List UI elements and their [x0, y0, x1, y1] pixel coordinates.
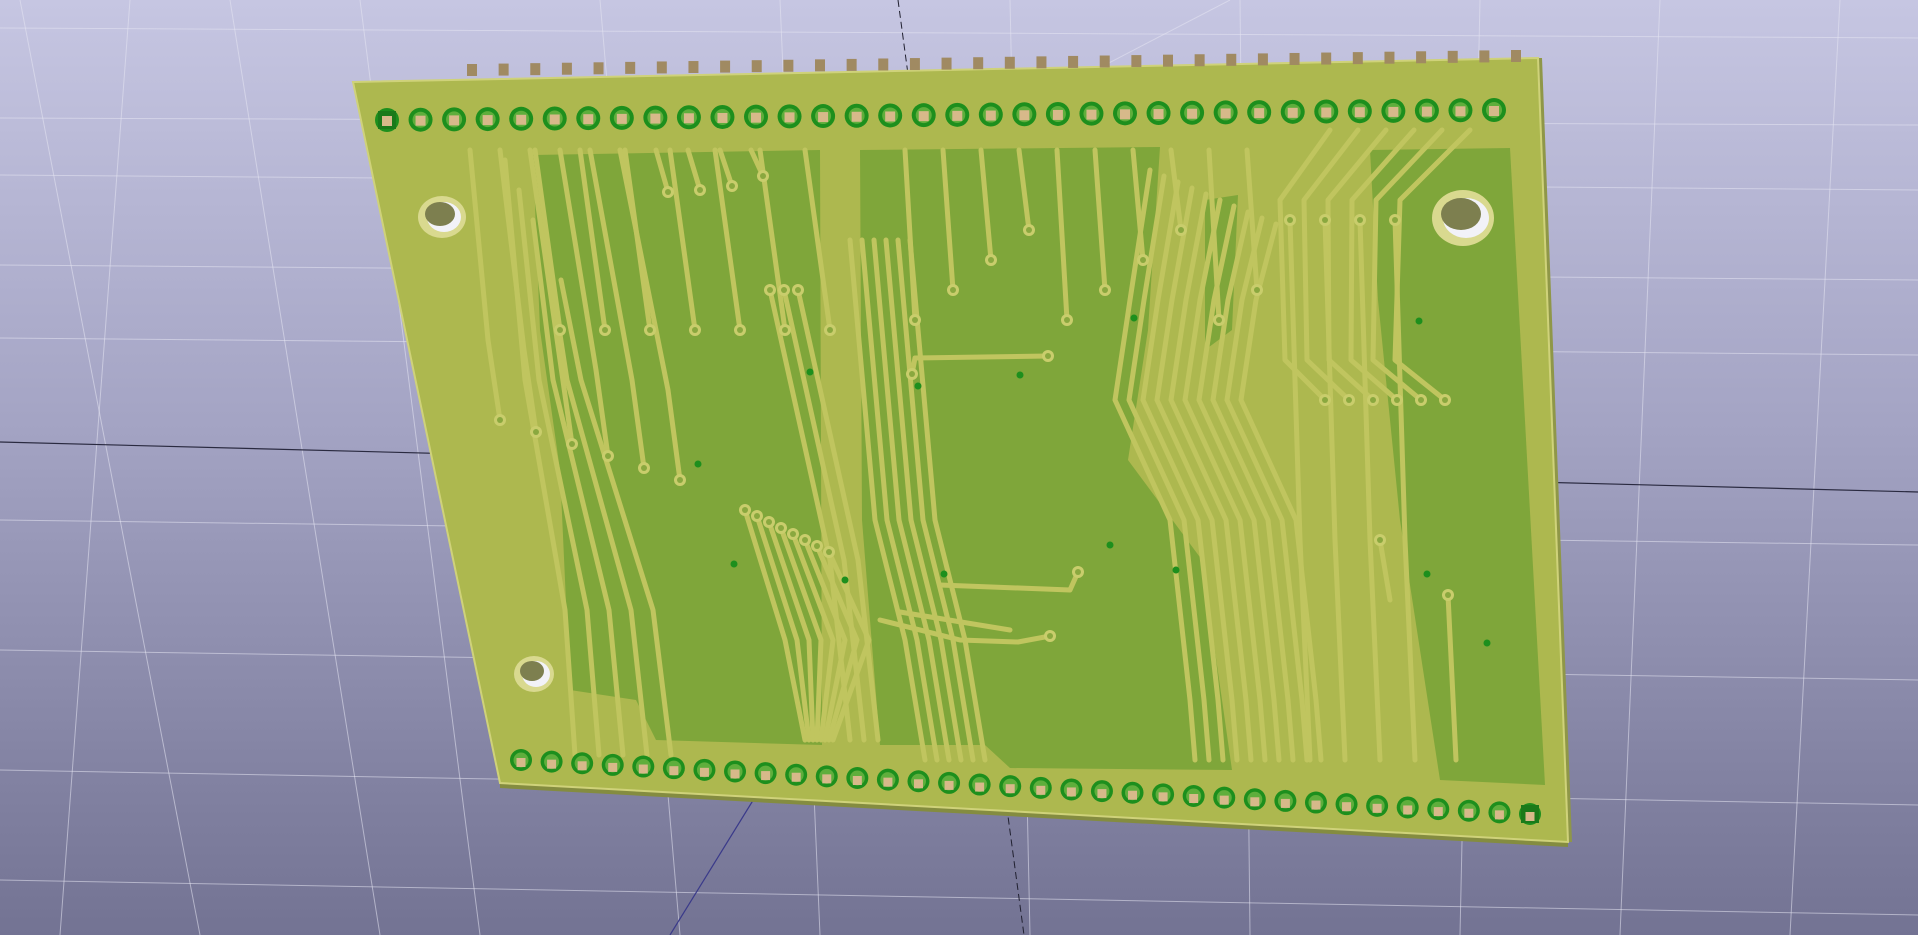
header-pin: [1447, 50, 1458, 63]
header-pin: [720, 60, 731, 73]
header-pin: [1194, 54, 1205, 67]
header-pin: [1289, 52, 1300, 65]
header-pin: [751, 60, 762, 73]
mounting-hole-top-left: [418, 196, 466, 238]
via: [694, 460, 702, 468]
via: [1106, 541, 1114, 549]
header-pin: [1163, 54, 1173, 67]
header-pin: [783, 59, 794, 72]
via: [1016, 371, 1024, 379]
header-pin: [467, 64, 477, 76]
header-pin: [688, 61, 699, 74]
header-pin: [656, 61, 667, 74]
via: [1415, 317, 1423, 325]
header-pin: [1099, 55, 1110, 68]
via: [730, 560, 738, 568]
mounting-hole-top-right: [1432, 190, 1494, 246]
header-pin: [1257, 53, 1268, 66]
header-pin: [1004, 56, 1015, 69]
header-pin: [1384, 51, 1395, 64]
via: [1172, 566, 1180, 574]
header-pin: [1068, 55, 1079, 68]
header-pin: [1479, 50, 1490, 63]
via: [940, 570, 948, 578]
via: [914, 382, 922, 390]
header-pin: [973, 57, 984, 70]
via: [806, 368, 814, 376]
header-pin: [878, 58, 889, 71]
via: [1423, 570, 1431, 578]
header-pin: [909, 58, 920, 71]
header-pin: [1321, 52, 1332, 65]
header-pin: [1036, 56, 1047, 69]
mounting-hole-bottom-left: [514, 656, 554, 692]
header-pin: [1511, 50, 1521, 62]
header-pin: [1416, 51, 1427, 64]
header-pin: [815, 59, 825, 72]
header-pin: [561, 62, 572, 75]
header-pin: [941, 57, 952, 70]
header-pin: [498, 63, 509, 76]
via: [841, 576, 849, 584]
header-pin: [625, 61, 636, 74]
via: [1483, 639, 1491, 647]
header-pin: [846, 58, 857, 71]
3d-viewport[interactable]: [0, 0, 1918, 935]
header-pin: [1226, 53, 1237, 66]
header-pin: [530, 63, 541, 76]
header-pin: [1131, 55, 1142, 68]
header-pin: [593, 62, 604, 75]
via: [1130, 314, 1138, 322]
header-pin: [1352, 52, 1363, 65]
